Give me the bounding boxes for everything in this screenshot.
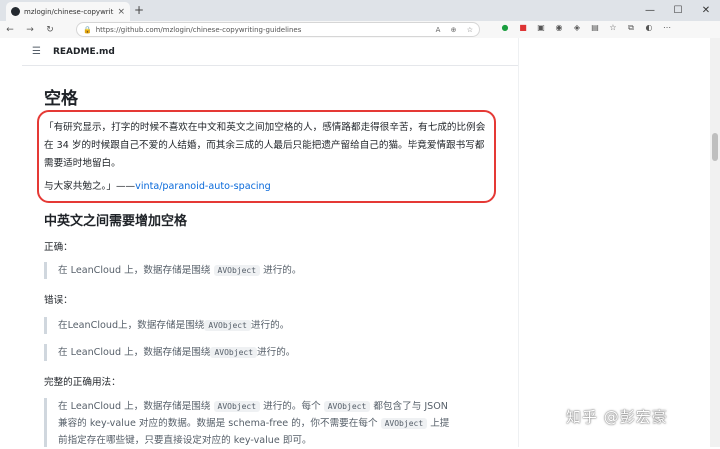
inline-code: AVObject [380, 418, 428, 429]
inline-code: AVObject [213, 401, 261, 412]
section-heading: 空格 [44, 89, 78, 109]
quote-signature: 与大家共勉之。」——vinta/paranoid-auto-spacing [44, 178, 271, 196]
menu-icon[interactable]: ⋯ [658, 23, 676, 33]
subsection-heading: 中英文之间需要增加空格 [44, 214, 188, 229]
full-usage-example: 在 LeanCloud 上，数据存储是围绕 AVObject 进行的。每个 AV… [44, 398, 504, 447]
browser-titlebar: mzlogin/chinese-copywriting-gu × + — ☐ ✕ [0, 0, 720, 21]
extension-icon-5[interactable]: ◈ [568, 23, 586, 33]
extension-icon-6[interactable]: ▤ [586, 23, 604, 33]
back-button[interactable]: ← [0, 25, 20, 35]
collections-icon[interactable]: ⧉ [622, 23, 640, 33]
readme-header: ☰ README.md [22, 38, 518, 66]
readme-filename: README.md [52, 46, 115, 57]
browser-tab[interactable]: mzlogin/chinese-copywriting-gu × [6, 2, 130, 21]
scrollbar-thumb[interactable] [712, 133, 718, 161]
quote-signature-text: 与大家共勉之。」—— [44, 181, 136, 192]
wrong-label: 错误： [44, 295, 73, 306]
read-aloud-icon[interactable]: A [436, 26, 441, 34]
close-window-button[interactable]: ✕ [692, 0, 720, 21]
browser-toolbar: ← → ↻ 🔒 https://github.com/mzlogin/chine… [0, 21, 720, 38]
profile-icon[interactable]: ◐ [640, 23, 658, 33]
window-controls: — ☐ ✕ [636, 0, 720, 21]
extension-green-icon[interactable]: ● [496, 23, 514, 33]
inline-code: AVObject [213, 265, 261, 276]
zoom-icon[interactable]: ⊕ [451, 26, 457, 34]
outline-list-icon[interactable]: ☰ [32, 46, 41, 57]
extensions-bar: ● ■ ▣ ◉ ◈ ▤ ☆ ⧉ ◐ ⋯ [496, 23, 676, 33]
paranoid-auto-spacing-link[interactable]: vinta/paranoid-auto-spacing [135, 181, 271, 192]
favorites-icon[interactable]: ☆ [604, 23, 622, 33]
page-content: ☰ README.md 空格 「有研究显示，打字的时候不喜欢在中文和英文之间加空… [0, 38, 720, 447]
new-tab-button[interactable]: + [134, 3, 144, 17]
tab-title: mzlogin/chinese-copywriting-gu [24, 7, 114, 16]
reload-button[interactable]: ↻ [40, 25, 60, 35]
extension-icon-3[interactable]: ▣ [532, 23, 550, 33]
full-usage-label: 完整的正确用法： [44, 377, 121, 388]
github-icon [11, 7, 20, 16]
extension-red-icon[interactable]: ■ [514, 23, 532, 33]
url-text: https://github.com/mzlogin/chinese-copyw… [95, 25, 302, 34]
inline-code: AVObject [204, 320, 251, 331]
scrollbar[interactable] [710, 38, 720, 447]
inline-code: AVObject [323, 401, 371, 412]
inline-code: AVObject [210, 347, 258, 358]
forward-button[interactable]: → [20, 25, 40, 35]
address-bar[interactable]: 🔒 https://github.com/mzlogin/chinese-cop… [76, 22, 480, 37]
correct-example: 在 LeanCloud 上，数据存储是围绕 AVObject 进行的。 [44, 262, 504, 279]
sidebar-divider [518, 38, 519, 447]
zhihu-watermark: 知乎 @彭宏豪 [566, 408, 668, 426]
wrong-example-2: 在 LeanCloud 上，数据存储是围绕 AVObject 进行的。 [44, 344, 504, 361]
lock-icon: 🔒 [83, 25, 92, 34]
minimize-button[interactable]: — [636, 0, 664, 21]
quote-paragraph: 「有研究显示，打字的时候不喜欢在中文和英文之间加空格的人，感情路都走得很辛苦，有… [44, 122, 486, 169]
correct-label: 正确： [44, 242, 73, 253]
maximize-button[interactable]: ☐ [664, 0, 692, 21]
tab-close-icon[interactable]: × [117, 7, 125, 17]
favorite-star-icon[interactable]: ☆ [467, 26, 473, 34]
wrong-example-1: 在LeanCloud上，数据存储是围绕 AVObject 进行的。 [44, 317, 504, 334]
extension-icon-4[interactable]: ◉ [550, 23, 568, 33]
